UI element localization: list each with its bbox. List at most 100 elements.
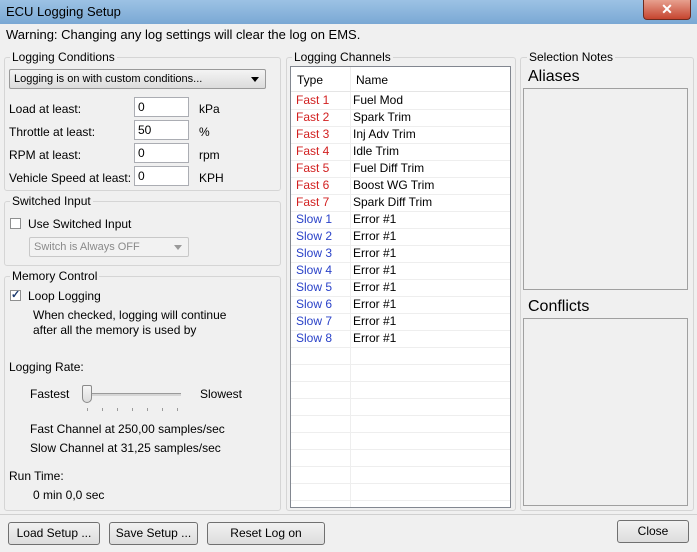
close-button[interactable]: Close <box>617 520 689 543</box>
save-setup-button[interactable]: Save Setup ... <box>109 522 198 545</box>
aliases-heading: Aliases <box>528 68 580 85</box>
slider-tick <box>147 408 148 411</box>
channel-row[interactable]: Slow 5 Error #1 <box>291 279 510 297</box>
logging-setup-window: ECU Logging Setup ✕ Warning: Changing an… <box>0 0 697 552</box>
channels-list[interactable]: Type Name Fast 1 Fuel Mod Fast 2 Spark Trim… <box>290 66 511 508</box>
memory-control-label: Memory Control <box>10 269 100 283</box>
channel-type: Fast 7 <box>296 195 330 209</box>
channel-name: Error #1 <box>353 280 397 294</box>
channel-row[interactable]: Slow 6 Error #1 <box>291 296 510 314</box>
channel-type: Fast 1 <box>296 93 330 107</box>
channel-row[interactable]: Fast 7 Spark Diff Trim <box>291 194 510 212</box>
run-time-label: Run Time: <box>9 469 64 483</box>
empty-row <box>291 500 510 507</box>
load-setup-button[interactable]: Load Setup ... <box>8 522 100 545</box>
channel-name: Spark Trim <box>353 110 412 124</box>
loop-logging-label: Loop Logging <box>28 289 101 303</box>
channel-row[interactable]: Slow 7 Error #1 <box>291 313 510 331</box>
empty-row <box>291 347 510 365</box>
channel-type: Fast 3 <box>296 127 330 141</box>
channel-name: Idle Trim <box>353 144 400 158</box>
channel-type: Slow 1 <box>296 212 333 226</box>
switch-mode-dropdown[interactable]: Switch is Always OFF <box>29 237 189 257</box>
channel-type: Slow 6 <box>296 297 333 311</box>
channel-type: Fast 4 <box>296 144 330 158</box>
channel-name: Error #1 <box>353 229 397 243</box>
run-time-value: 0 min 0,0 sec <box>33 488 105 502</box>
load-unit: kPa <box>199 102 220 116</box>
channel-row[interactable]: Fast 4 Idle Trim <box>291 143 510 161</box>
window-title: ECU Logging Setup <box>6 4 121 19</box>
throttle-unit: % <box>199 125 210 139</box>
channel-row[interactable]: Fast 2 Spark Trim <box>291 109 510 127</box>
rate-slider-track[interactable] <box>84 393 181 396</box>
empty-row <box>291 466 510 484</box>
switched-input-label: Switched Input <box>10 194 93 208</box>
slow-channel-rate: Slow Channel at 31,25 samples/sec <box>30 441 221 455</box>
title-bar[interactable]: ECU Logging Setup ✕ <box>0 0 697 24</box>
channel-row[interactable]: Fast 6 Boost WG Trim <box>291 177 510 195</box>
channel-row[interactable]: Fast 5 Fuel Diff Trim <box>291 160 510 178</box>
chevron-down-icon <box>174 245 182 250</box>
channel-row[interactable]: Slow 2 Error #1 <box>291 228 510 246</box>
logging-mode-value: Logging is on with custom conditions... <box>14 73 203 85</box>
channel-row[interactable]: Fast 1 Fuel Mod <box>291 92 510 110</box>
empty-row <box>291 449 510 467</box>
fast-channel-rate: Fast Channel at 250,00 samples/sec <box>30 422 225 436</box>
throttle-label: Throttle at least: <box>9 125 96 139</box>
column-type-header[interactable]: Type <box>297 73 323 87</box>
logging-rate-label: Logging Rate: <box>9 360 84 374</box>
rate-fastest-label: Fastest <box>30 387 70 401</box>
channel-name: Error #1 <box>353 246 397 260</box>
use-switched-input-label: Use Switched Input <box>28 217 132 231</box>
selection-notes-label: Selection Notes <box>527 50 616 64</box>
channel-row[interactable]: Slow 8 Error #1 <box>291 330 510 348</box>
channels-list-header: Type Name <box>291 67 510 92</box>
reset-log-button[interactable]: Reset Log on <box>207 522 325 545</box>
rpm-input[interactable]: 0 <box>134 143 189 163</box>
channel-name: Error #1 <box>353 263 397 277</box>
conflicts-heading: Conflicts <box>528 298 590 315</box>
channel-row[interactable]: Slow 3 Error #1 <box>291 245 510 263</box>
logging-mode-dropdown[interactable]: Logging is on with custom conditions... <box>9 69 266 89</box>
channel-type: Slow 8 <box>296 331 333 345</box>
slider-tick <box>102 408 103 411</box>
slider-tick <box>117 408 118 411</box>
throttle-input[interactable]: 50 <box>134 120 189 140</box>
channel-name: Error #1 <box>353 212 397 226</box>
aliases-panel <box>523 88 688 290</box>
rate-slider-thumb[interactable] <box>82 385 92 403</box>
loop-note-line1: When checked, logging will continue <box>33 308 227 322</box>
load-input[interactable]: 0 <box>134 97 189 117</box>
channel-row[interactable]: Slow 4 Error #1 <box>291 262 510 280</box>
channel-name: Fuel Diff Trim <box>353 161 425 175</box>
channel-name: Inj Adv Trim <box>353 127 416 141</box>
empty-row <box>291 398 510 416</box>
empty-row <box>291 381 510 399</box>
empty-row <box>291 483 510 501</box>
channel-type: Slow 5 <box>296 280 333 294</box>
channel-row[interactable]: Slow 1 Error #1 <box>291 211 510 229</box>
channel-type: Slow 3 <box>296 246 333 260</box>
use-switched-input-checkbox[interactable] <box>10 218 21 229</box>
channel-name: Error #1 <box>353 314 397 328</box>
conflicts-panel <box>523 318 688 506</box>
rpm-label: RPM at least: <box>9 148 82 162</box>
channel-type: Slow 4 <box>296 263 333 277</box>
channel-name: Error #1 <box>353 331 397 345</box>
bottom-divider <box>0 514 697 515</box>
window-close-icon[interactable]: ✕ <box>643 0 691 20</box>
channel-name: Boost WG Trim <box>353 178 435 192</box>
channel-row[interactable]: Fast 3 Inj Adv Trim <box>291 126 510 144</box>
slider-tick <box>177 408 178 411</box>
channel-name: Spark Diff Trim <box>353 195 433 209</box>
column-name-header[interactable]: Name <box>356 73 388 87</box>
slider-tick <box>162 408 163 411</box>
speed-input[interactable]: 0 <box>134 166 189 186</box>
channel-name: Fuel Mod <box>353 93 404 107</box>
loop-logging-checkbox[interactable] <box>10 288 21 301</box>
warning-text: Warning: Changing any log settings will … <box>6 27 361 42</box>
chevron-down-icon <box>251 77 259 82</box>
rpm-unit: rpm <box>199 148 220 162</box>
speed-label: Vehicle Speed at least: <box>9 171 132 185</box>
